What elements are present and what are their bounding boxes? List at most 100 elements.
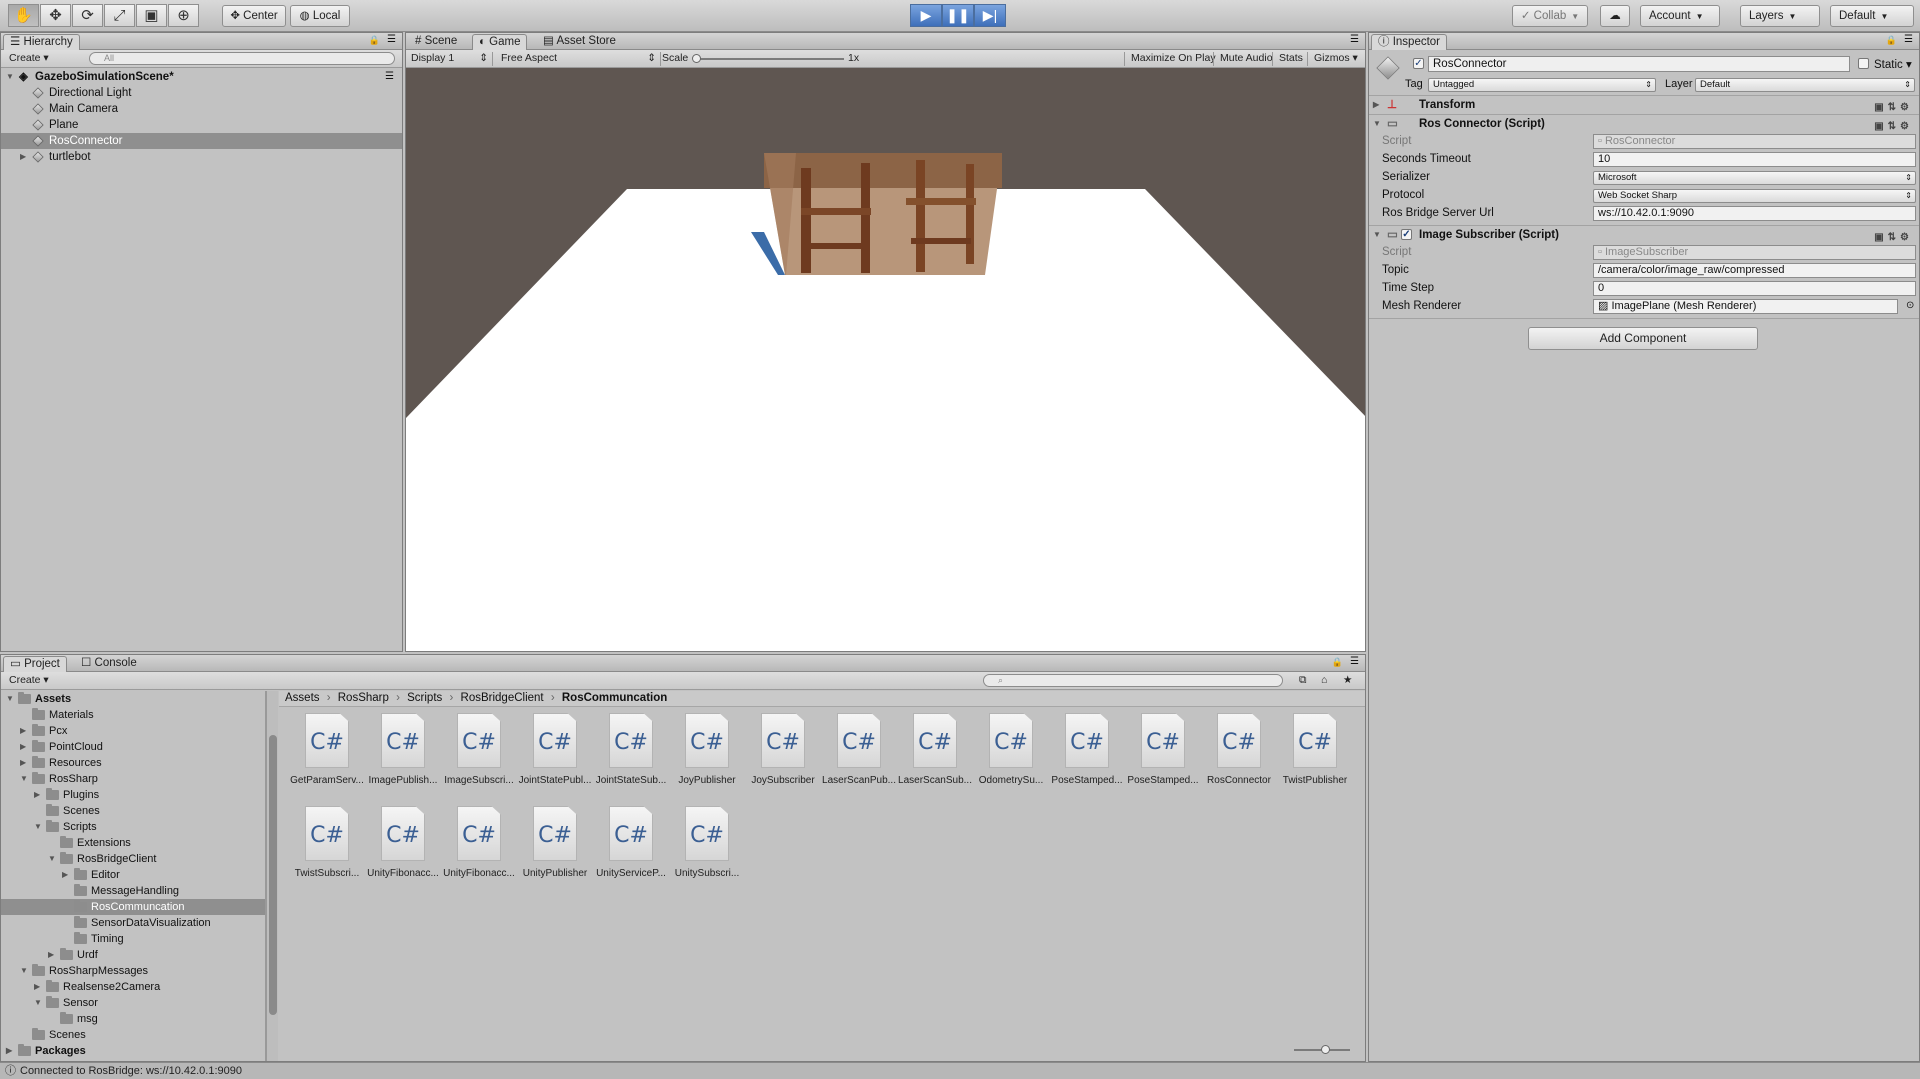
add-component-button[interactable]: Add Component: [1528, 327, 1758, 350]
image-subscriber-header[interactable]: ▼ ▭ ✓ Image Subscriber (Script) ▣⇅⚙: [1369, 225, 1919, 244]
panel-menu-icon[interactable]: ☰: [387, 34, 396, 45]
expand-arrow-icon[interactable]: ▶: [62, 867, 68, 883]
expand-arrow-icon[interactable]: ▼: [20, 771, 28, 787]
pivot-local-button[interactable]: ◍ Local: [290, 5, 350, 27]
hierarchy-item[interactable]: RosConnector: [1, 133, 402, 149]
maximize-on-play-button[interactable]: Maximize On Play: [1124, 52, 1216, 66]
script-asset[interactable]: C# JoyPublisher: [669, 713, 745, 793]
icon-size-slider-thumb[interactable]: [1321, 1045, 1330, 1054]
expand-arrow-icon[interactable]: ▼: [6, 691, 14, 707]
script-asset[interactable]: C# UnityFibonacc...: [441, 806, 517, 886]
lock-icon[interactable]: 🔒: [1332, 657, 1343, 668]
folder-tree-item[interactable]: ▶ Pcx: [1, 723, 265, 739]
script-asset[interactable]: C# LaserScanSub...: [897, 713, 973, 793]
tab-project[interactable]: ▭ Project: [3, 656, 67, 672]
ros-connector-header[interactable]: ▼ ▭ Ros Connector (Script) ▣⇅⚙: [1369, 114, 1919, 133]
display-dropdown[interactable]: Display 1 ⇕: [411, 52, 493, 66]
panel-menu-icon[interactable]: ☰: [1350, 34, 1359, 45]
expand-arrow-icon[interactable]: ▼: [20, 963, 28, 979]
folder-tree-item[interactable]: ▼ RosBridgeClient: [1, 851, 265, 867]
rect-tool-icon[interactable]: ▣: [136, 4, 167, 27]
hierarchy-search-input[interactable]: All: [89, 52, 395, 65]
scene-row[interactable]: ▼ ◈ GazeboSimulationScene* ☰: [1, 69, 402, 85]
favorite-star-icon[interactable]: ★: [1343, 674, 1352, 688]
folder-tree-item[interactable]: ▶ Realsense2Camera: [1, 979, 265, 995]
breadcrumb-item[interactable]: Assets: [285, 692, 320, 704]
scene-menu-icon[interactable]: ☰: [385, 69, 394, 85]
folder-tree-item[interactable]: msg: [1, 1011, 265, 1027]
folder-tree-item[interactable]: ▶ Editor: [1, 867, 265, 883]
protocol-dropdown[interactable]: Web Socket Sharp ⇕: [1593, 189, 1916, 203]
rotate-tool-icon[interactable]: ⟳: [72, 4, 103, 27]
script-asset[interactable]: C# TwistSubscri...: [289, 806, 365, 886]
expand-arrow-icon[interactable]: ▶: [34, 979, 40, 995]
static-checkbox[interactable]: [1858, 58, 1869, 69]
tree-scrollbar-thumb[interactable]: [269, 735, 277, 1015]
folder-tree-item[interactable]: MessageHandling: [1, 883, 265, 899]
expand-arrow-icon[interactable]: ▼: [34, 819, 42, 835]
script-asset[interactable]: C# PoseStamped...: [1125, 713, 1201, 793]
ros-bridge-url-field[interactable]: ws://10.42.0.1:9090: [1593, 206, 1916, 221]
static-dropdown[interactable]: Static ▾: [1874, 57, 1912, 71]
script-asset[interactable]: C# ImageSubscri...: [441, 713, 517, 793]
expand-arrow-icon[interactable]: ▶: [20, 149, 26, 165]
script-asset[interactable]: C# UnityFibonacc...: [365, 806, 441, 886]
folder-tree-item[interactable]: ▶ Packages: [1, 1043, 265, 1059]
panel-menu-icon[interactable]: ☰: [1904, 34, 1913, 45]
folder-tree-item[interactable]: RosCommuncation: [1, 899, 265, 915]
scale-tool-icon[interactable]: ⤢: [104, 4, 135, 27]
expand-arrow-icon[interactable]: ▼: [48, 851, 56, 867]
folder-tree-item[interactable]: ▶ PointCloud: [1, 739, 265, 755]
script-asset[interactable]: C# GetParamServ...: [289, 713, 365, 793]
tab-inspector[interactable]: ⓘ Inspector: [1371, 34, 1448, 50]
script-asset[interactable]: C# UnityServiceP...: [593, 806, 669, 886]
script-asset[interactable]: C# TwistPublisher: [1277, 713, 1353, 793]
tree-scrollbar-track[interactable]: [266, 691, 278, 1061]
hierarchy-item[interactable]: ▶ turtlebot: [1, 149, 402, 165]
panel-menu-icon[interactable]: ☰: [1350, 656, 1359, 667]
breadcrumb-item[interactable]: RosBridgeClient: [461, 692, 544, 704]
seconds-timeout-field[interactable]: 10: [1593, 152, 1916, 167]
play-button[interactable]: ▶: [910, 4, 942, 27]
filter-type-icon[interactable]: ⧉: [1299, 674, 1307, 688]
ros-connector-script-field[interactable]: ▫ RosConnector: [1593, 134, 1916, 149]
folder-tree-item[interactable]: ▼ Sensor: [1, 995, 265, 1011]
script-asset[interactable]: C# UnitySubscri...: [669, 806, 745, 886]
hierarchy-create-button[interactable]: Create ▾: [9, 52, 49, 66]
project-create-button[interactable]: Create ▾: [9, 674, 49, 688]
script-asset[interactable]: C# JoySubscriber: [745, 713, 821, 793]
script-asset[interactable]: C# OdometrySu...: [973, 713, 1049, 793]
scale-slider-track[interactable]: [694, 58, 844, 60]
time-step-field[interactable]: 0: [1593, 281, 1916, 296]
layer-dropdown[interactable]: Default ⇕: [1695, 78, 1915, 92]
folder-tree-item[interactable]: ▶ Plugins: [1, 787, 265, 803]
expand-arrow-icon[interactable]: ▶: [20, 755, 26, 771]
script-asset[interactable]: C# JointStatePubl...: [517, 713, 593, 793]
hierarchy-item[interactable]: Directional Light: [1, 85, 402, 101]
lock-icon[interactable]: 🔒: [369, 35, 380, 46]
project-search-input[interactable]: ⌕: [983, 674, 1283, 687]
move-tool-icon[interactable]: ✥: [40, 4, 71, 27]
folder-tree-item[interactable]: ▼ RosSharpMessages: [1, 963, 265, 979]
stats-button[interactable]: Stats: [1272, 52, 1303, 66]
expand-arrow-icon[interactable]: ▶: [34, 787, 40, 803]
folder-tree-item[interactable]: ▶ Urdf: [1, 947, 265, 963]
serializer-dropdown[interactable]: Microsoft ⇕: [1593, 171, 1916, 185]
scale-slider-thumb[interactable]: [692, 54, 701, 63]
folder-tree-item[interactable]: ▼ Assets: [1, 691, 265, 707]
expand-arrow-icon[interactable]: ▼: [34, 995, 42, 1011]
step-button[interactable]: ▶|: [974, 4, 1006, 27]
expand-arrow-icon[interactable]: ▼: [6, 69, 14, 85]
folder-tree-item[interactable]: Scenes: [1, 803, 265, 819]
expand-arrow-icon[interactable]: ▶: [20, 723, 26, 739]
aspect-dropdown[interactable]: Free Aspect ⇕: [501, 52, 661, 66]
filter-label-icon[interactable]: ⌂: [1321, 674, 1327, 688]
hand-tool-icon[interactable]: ✋: [8, 4, 39, 27]
gizmos-button[interactable]: Gizmos ▾: [1307, 52, 1358, 66]
tab-hierarchy[interactable]: ☰ Hierarchy: [3, 34, 80, 50]
folder-tree-item[interactable]: ▶ Resources: [1, 755, 265, 771]
breadcrumb-item[interactable]: Scripts: [407, 692, 442, 704]
folder-tree-item[interactable]: Extensions: [1, 835, 265, 851]
layout-dropdown[interactable]: Default ▼: [1830, 5, 1914, 27]
folder-tree-item[interactable]: ▼ Scripts: [1, 819, 265, 835]
